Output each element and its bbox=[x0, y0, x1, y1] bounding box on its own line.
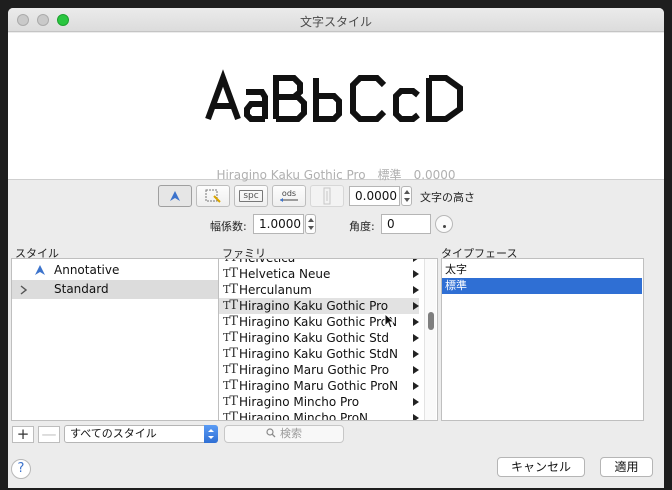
width-factor-field[interactable]: 1.0000 bbox=[253, 214, 304, 234]
help-button[interactable]: ? bbox=[11, 459, 31, 479]
width-factor-label: 幅係数: bbox=[210, 220, 247, 233]
submenu-arrow-icon bbox=[413, 398, 419, 406]
list-item[interactable]: TT Herculanum bbox=[219, 282, 419, 298]
typeface-item-bold[interactable]: 太字 bbox=[442, 262, 642, 278]
remove-style-button[interactable]: — bbox=[38, 426, 60, 443]
list-item[interactable]: TT Hiragino Mincho Pro bbox=[219, 394, 419, 410]
truetype-icon: TT bbox=[223, 362, 238, 377]
window-title: 文字スタイル bbox=[299, 15, 372, 29]
preview-style-name: 標準 bbox=[377, 168, 402, 182]
apply-button[interactable]: 適用 bbox=[600, 457, 653, 477]
title-bar: 文字スタイル bbox=[8, 8, 664, 32]
truetype-icon: TT bbox=[223, 259, 238, 266]
truetype-icon: TT bbox=[223, 298, 238, 313]
orientation-icon bbox=[205, 189, 221, 203]
preview-font-name: Hiragino Kaku Gothic Pro bbox=[216, 168, 366, 182]
list-item[interactable]: TT Hiragino Maru Gothic ProN bbox=[219, 378, 419, 394]
style-filter-popup[interactable]: すべてのスタイル bbox=[64, 425, 218, 443]
backwards-button[interactable]: ods bbox=[272, 185, 306, 207]
style-item-label: Annotative bbox=[54, 263, 120, 277]
submenu-arrow-icon bbox=[413, 414, 419, 420]
text-style-window: 文字スタイル Hiragino Kaku Gothic Pro 標準 0.0000 bbox=[8, 8, 664, 488]
font-preview: Hiragino Kaku Gothic Pro 標準 0.0000 bbox=[8, 33, 664, 183]
cancel-button[interactable]: キャンセル bbox=[497, 457, 585, 477]
text-height-label: 文字の高さ bbox=[420, 191, 475, 204]
angle-dial[interactable] bbox=[435, 215, 453, 233]
truetype-icon: TT bbox=[223, 378, 238, 393]
angle-field[interactable]: 0 bbox=[381, 214, 431, 234]
preview-sample-text bbox=[205, 69, 463, 122]
list-item[interactable]: TT Helvetica bbox=[219, 259, 419, 266]
style-item-annotative[interactable]: Annotative bbox=[12, 261, 218, 280]
list-item[interactable]: TT Hiragino Kaku Gothic Pro bbox=[219, 298, 419, 314]
angle-label: 角度: bbox=[349, 220, 375, 233]
truetype-icon: TT bbox=[223, 314, 238, 329]
chevron-right-icon[interactable] bbox=[20, 285, 27, 295]
truetype-icon: TT bbox=[223, 282, 238, 297]
list-item[interactable]: TT Hiragino Maru Gothic Pro bbox=[219, 362, 419, 378]
width-factor-stepper[interactable] bbox=[305, 214, 316, 234]
mouse-cursor-icon bbox=[384, 313, 396, 329]
style-list: Annotative Standard bbox=[11, 258, 219, 421]
backwards-label: ods bbox=[282, 189, 296, 198]
list-item[interactable]: TT Hiragino Kaku Gothic Std bbox=[219, 330, 419, 346]
spacing-button[interactable]: spc bbox=[234, 185, 268, 207]
submenu-arrow-icon bbox=[413, 302, 419, 310]
match-orientation-button[interactable] bbox=[196, 185, 230, 207]
family-scrollbar-thumb[interactable] bbox=[428, 312, 434, 330]
add-style-button[interactable]: + bbox=[12, 426, 34, 443]
truetype-icon: TT bbox=[223, 266, 238, 281]
submenu-arrow-icon bbox=[413, 259, 419, 262]
search-placeholder: 検索 bbox=[280, 427, 302, 440]
typeface-item-regular[interactable]: 標準 bbox=[442, 278, 642, 294]
preview-height: 0.0000 bbox=[413, 168, 456, 182]
truetype-icon: TT bbox=[223, 394, 238, 409]
submenu-arrow-icon bbox=[413, 318, 419, 326]
style-filter-value: すべてのスタイル bbox=[70, 427, 157, 440]
popup-arrows-icon bbox=[204, 425, 218, 443]
spacing-label: spc bbox=[239, 190, 263, 202]
annotative-icon bbox=[35, 265, 45, 275]
truetype-icon: TT bbox=[223, 410, 238, 421]
style-item-standard[interactable]: Standard bbox=[12, 280, 218, 299]
style-item-label: Standard bbox=[54, 282, 109, 296]
backwards-icon: ods bbox=[280, 189, 298, 202]
list-item[interactable]: TT Hiragino Mincho ProN bbox=[219, 410, 419, 421]
annotative-toggle-button[interactable] bbox=[158, 185, 192, 207]
annotative-icon bbox=[170, 191, 180, 201]
family-scrollbar[interactable] bbox=[424, 259, 436, 420]
submenu-arrow-icon bbox=[413, 350, 419, 358]
submenu-arrow-icon bbox=[413, 286, 419, 294]
list-item[interactable]: TT Helvetica Neue bbox=[219, 266, 419, 282]
search-icon bbox=[266, 428, 276, 438]
list-item[interactable]: TT Hiragino Kaku Gothic StdN bbox=[219, 346, 419, 362]
vertical-text-button[interactable] bbox=[310, 185, 344, 207]
submenu-arrow-icon bbox=[413, 270, 419, 278]
submenu-arrow-icon bbox=[413, 334, 419, 342]
submenu-arrow-icon bbox=[413, 382, 419, 390]
truetype-icon: TT bbox=[223, 346, 238, 361]
typeface-list: 太字 標準 bbox=[441, 258, 644, 421]
preview-font-info: Hiragino Kaku Gothic Pro 標準 0.0000 bbox=[8, 166, 664, 183]
submenu-arrow-icon bbox=[413, 366, 419, 374]
text-height-field[interactable]: 0.0000 bbox=[349, 186, 400, 206]
truetype-icon: TT bbox=[223, 330, 238, 345]
family-list: TT Helvetica TT Helvetica Neue TT Hercul… bbox=[218, 258, 438, 421]
text-height-stepper[interactable] bbox=[401, 186, 412, 206]
family-search-field[interactable]: 検索 bbox=[224, 425, 344, 443]
vertical-text-icon bbox=[323, 187, 331, 205]
